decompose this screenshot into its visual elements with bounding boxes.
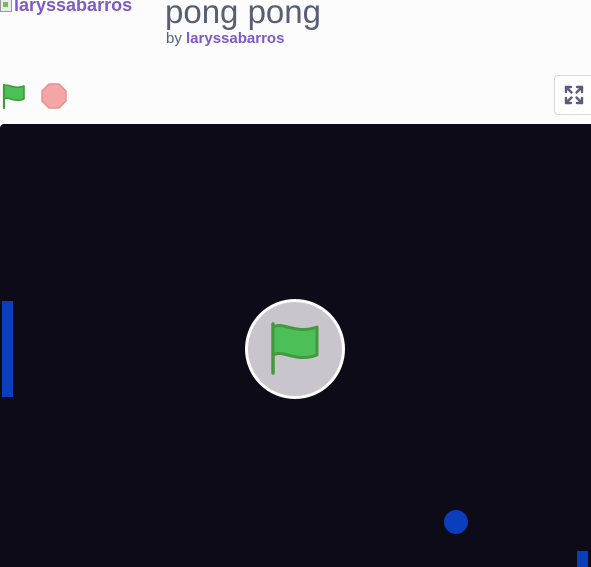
author-link[interactable]: laryssabarros bbox=[186, 30, 284, 47]
project-byline: by laryssabarros bbox=[166, 30, 284, 47]
green-flag-button[interactable] bbox=[0, 82, 28, 110]
project-title: pong pong bbox=[165, 0, 321, 30]
game-stage[interactable] bbox=[0, 124, 591, 567]
right-paddle bbox=[577, 551, 588, 567]
stop-sign-icon bbox=[41, 83, 67, 109]
ball bbox=[444, 510, 468, 534]
green-flag-icon bbox=[2, 83, 25, 110]
broken-image-icon bbox=[0, 0, 12, 12]
start-overlay-button[interactable] bbox=[245, 299, 345, 399]
left-paddle bbox=[2, 301, 13, 397]
avatar-alt-text: laryssabarros bbox=[14, 0, 133, 15]
fullscreen-icon bbox=[564, 85, 584, 105]
green-flag-icon bbox=[271, 322, 319, 375]
author-avatar[interactable]: laryssabarros bbox=[0, 0, 132, 16]
fullscreen-button[interactable] bbox=[554, 75, 591, 115]
stop-button[interactable] bbox=[40, 82, 68, 110]
byline-prefix: by bbox=[166, 30, 182, 47]
project-header: laryssabarros pong pong by laryssabarros bbox=[0, 0, 591, 124]
